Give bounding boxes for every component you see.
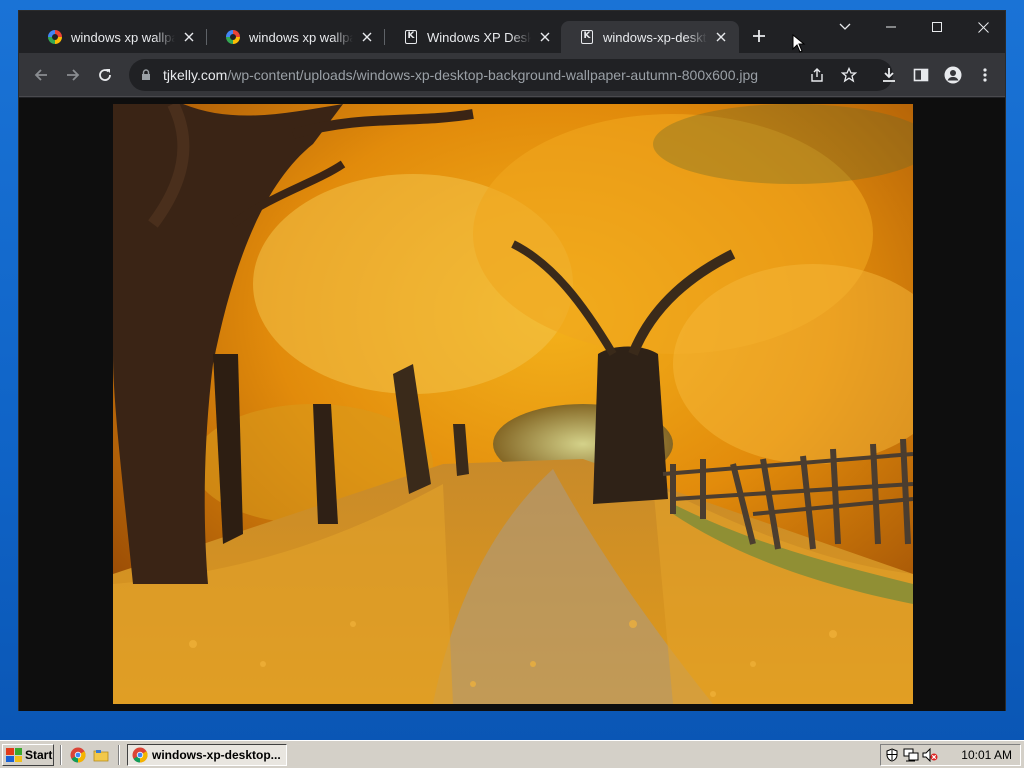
share-button[interactable]: [803, 61, 831, 89]
windows-logo-icon: [6, 748, 22, 762]
star-icon: [841, 67, 857, 83]
url-path: /wp-content/uploads/windows-xp-desktop-b…: [227, 67, 759, 83]
google-icon: [47, 29, 63, 45]
download-icon: [883, 68, 895, 82]
minimize-icon: [886, 26, 896, 28]
maximize-button[interactable]: [914, 11, 960, 43]
back-button[interactable]: [27, 61, 55, 89]
tab-title: windows-xp-desktop: [603, 29, 707, 45]
arrow-right-icon: [67, 69, 80, 81]
tjkelly-icon: K: [403, 29, 419, 45]
tab-strip: windows xp wallpaper windows xp wallpape…: [19, 11, 1005, 53]
chrome-quicklaunch-icon[interactable]: [70, 747, 86, 763]
close-icon: [977, 21, 989, 33]
reload-icon: [99, 69, 111, 81]
close-icon[interactable]: [181, 29, 197, 45]
tab-3[interactable]: K Windows XP Desktop: [385, 21, 563, 53]
quicklaunch-divider-2: [118, 745, 120, 765]
new-tab-button[interactable]: [745, 25, 773, 49]
taskbar-chrome-window-button[interactable]: windows-xp-desktop...: [127, 744, 287, 766]
tab-title: windows xp wallpaper: [249, 29, 353, 45]
start-label: Start: [25, 748, 53, 762]
tab-1[interactable]: windows xp wallpaper: [29, 21, 207, 53]
side-panel-button[interactable]: [907, 61, 935, 89]
desktop: windows xp wallpaper windows xp wallpape…: [0, 0, 1024, 740]
taskbar: Start windows-xp-desktop... 10:01 AM: [0, 740, 1024, 768]
minimize-button[interactable]: [868, 11, 914, 43]
shield-icon[interactable]: [884, 747, 900, 763]
close-icon[interactable]: [713, 29, 729, 45]
tjkelly-icon: K: [579, 29, 595, 45]
close-icon[interactable]: [359, 29, 375, 45]
autumn-wallpaper-image[interactable]: [113, 104, 913, 704]
forward-button[interactable]: [59, 61, 87, 89]
close-window-button[interactable]: [960, 11, 1006, 43]
maximize-icon: [932, 22, 942, 32]
tab-2[interactable]: windows xp wallpaper: [207, 21, 385, 53]
volume-muted-icon[interactable]: [922, 747, 938, 763]
url-host: tjkelly.com: [163, 67, 228, 83]
start-button[interactable]: Start: [2, 744, 54, 766]
more-vert-icon: [983, 68, 987, 82]
address-bar[interactable]: tjkelly.com/wp-content/uploads/windows-x…: [129, 59, 893, 91]
browser-toolbar: tjkelly.com/wp-content/uploads/windows-x…: [19, 53, 1005, 97]
lock-icon[interactable]: [139, 68, 153, 82]
close-icon[interactable]: [537, 29, 553, 45]
downloads-button[interactable]: [875, 61, 903, 89]
system-tray: 10:01 AM: [880, 744, 1021, 766]
page-content: [19, 98, 1005, 711]
arrow-left-icon: [34, 69, 47, 81]
browser-window: windows xp wallpaper windows xp wallpape…: [18, 10, 1006, 711]
bookmark-button[interactable]: [835, 61, 863, 89]
chrome-icon: [132, 747, 148, 763]
network-icon[interactable]: [903, 747, 919, 763]
reload-button[interactable]: [91, 61, 119, 89]
google-icon: [225, 29, 241, 45]
chevron-down-icon: [839, 23, 851, 30]
tab-title: Windows XP Desktop: [427, 29, 531, 45]
task-button-label: windows-xp-desktop...: [152, 748, 281, 762]
profile-button[interactable]: [939, 61, 967, 89]
quicklaunch-divider: [60, 745, 62, 765]
tab-title: windows xp wallpaper: [71, 29, 175, 45]
plus-icon: [753, 30, 765, 42]
taskbar-clock[interactable]: 10:01 AM: [961, 748, 1012, 762]
menu-button[interactable]: [971, 61, 999, 89]
folder-quicklaunch-icon[interactable]: [93, 747, 109, 763]
profile-icon: [944, 66, 962, 84]
tab-4-active[interactable]: K windows-xp-desktop: [561, 21, 739, 53]
tab-search-button[interactable]: [822, 11, 868, 43]
mouse-cursor-icon: [792, 34, 806, 53]
side-panel-icon: [913, 68, 929, 82]
share-icon: [811, 68, 823, 82]
